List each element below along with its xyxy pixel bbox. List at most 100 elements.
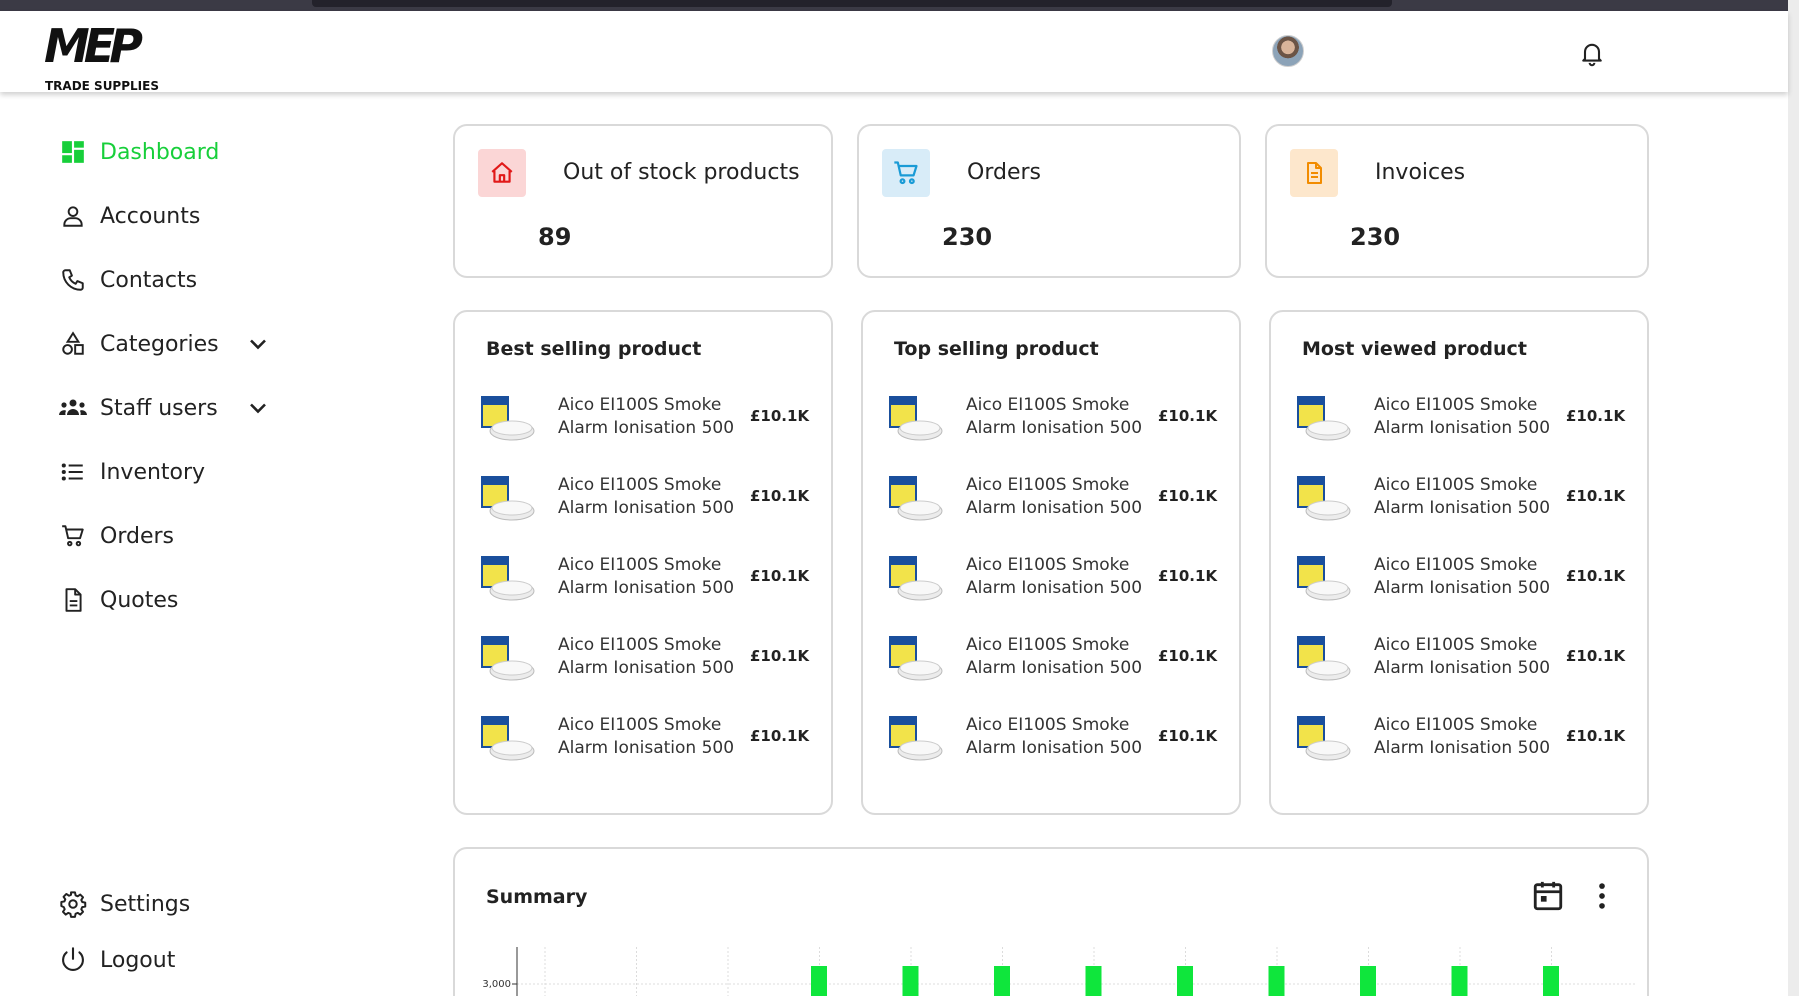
chevron-down-icon[interactable]: [244, 394, 272, 422]
chart-bar[interactable]: [1177, 966, 1193, 996]
product-price: £10.1K: [1566, 487, 1626, 505]
sidebar-item-label: Inventory: [100, 459, 206, 485]
chart-bar[interactable]: [994, 966, 1010, 996]
list-item[interactable]: Aico EI100S Smoke Alarm Ionisation 500 £1…: [1296, 468, 1631, 530]
product-price: £10.1K: [1566, 567, 1626, 585]
stat-value: 89: [538, 223, 572, 251]
product-price: £10.1K: [1158, 407, 1218, 425]
calendar-icon[interactable]: [1531, 879, 1565, 913]
document-icon: [58, 585, 88, 615]
product-thumbnail: [481, 556, 535, 601]
sidebar-item-quotes[interactable]: Quotes: [58, 582, 178, 618]
sidebar-item-accounts[interactable]: Accounts: [58, 198, 200, 234]
shapes-icon: [58, 329, 88, 359]
product-thumbnail: [481, 396, 535, 441]
more-vertical-icon[interactable]: [1585, 879, 1619, 913]
summary-card: Summary 3,000: [453, 847, 1649, 996]
list-item[interactable]: Aico EI100S Smoke Alarm Ionisation 500 £1…: [888, 388, 1223, 450]
sidebar-item-contacts[interactable]: Contacts: [58, 262, 197, 298]
product-price: £10.1K: [750, 567, 810, 585]
chart-bar[interactable]: [902, 966, 919, 996]
product-thumbnail: [889, 716, 943, 761]
list-item[interactable]: Aico EI100S Smoke Alarm Ionisation 500 £1…: [480, 388, 815, 450]
chevron-down-icon[interactable]: [244, 330, 272, 358]
stat-card-out-of-stock[interactable]: Out of stock products 89: [453, 124, 833, 278]
sidebar-item-label: Settings: [100, 891, 191, 917]
brand-logo[interactable]: MEP TRADE SUPPLIES: [44, 19, 159, 93]
window-titlebar: [0, 0, 1799, 11]
list-item[interactable]: Aico EI100S Smoke Alarm Ionisation 500 £1…: [480, 708, 815, 770]
scrollbar-track[interactable]: [1788, 0, 1799, 996]
product-price: £10.1K: [750, 487, 810, 505]
most-viewed-card: Most viewed product Aico EI100S Smoke Al…: [1269, 310, 1649, 815]
sidebar-item-staff-users[interactable]: Staff users: [58, 390, 278, 426]
product-name: Aico EI100S Smoke Alarm Ionisation 500: [558, 395, 735, 438]
phone-icon: [58, 265, 88, 295]
chart-bar[interactable]: [811, 966, 827, 996]
gear-icon: [58, 889, 88, 919]
product-thumbnail: [889, 636, 943, 681]
product-name: Aico EI100S Smoke Alarm Ionisation 500: [558, 635, 735, 678]
product-thumbnail: [481, 636, 535, 681]
invoice-icon: [1290, 149, 1338, 197]
product-name: Aico EI100S Smoke Alarm Ionisation 500: [966, 475, 1143, 518]
bell-icon[interactable]: [1578, 39, 1606, 67]
product-thumbnail: [889, 396, 943, 441]
tab-strip: [312, 0, 1392, 7]
list-item[interactable]: Aico EI100S Smoke Alarm Ionisation 500 £1…: [1296, 548, 1631, 610]
stat-title: Invoices: [1375, 160, 1466, 185]
product-price: £10.1K: [1158, 727, 1218, 745]
product-name: Aico EI100S Smoke Alarm Ionisation 500: [966, 555, 1143, 598]
stat-card-invoices[interactable]: Invoices 230: [1265, 124, 1649, 278]
product-thumbnail: [481, 476, 535, 521]
best-selling-card: Best selling product Aico EI100S Smoke A…: [453, 310, 833, 815]
cart-icon: [882, 149, 930, 197]
list-item[interactable]: Aico EI100S Smoke Alarm Ionisation 500 £1…: [888, 708, 1223, 770]
list-item[interactable]: Aico EI100S Smoke Alarm Ionisation 500 £1…: [480, 468, 815, 530]
sidebar-item-label: Logout: [100, 947, 176, 973]
list-item[interactable]: Aico EI100S Smoke Alarm Ionisation 500 £1…: [888, 468, 1223, 530]
chart-bar[interactable]: [1268, 966, 1285, 996]
sidebar-item-settings[interactable]: Settings: [58, 886, 190, 922]
power-icon: [58, 945, 88, 975]
product-price: £10.1K: [1566, 647, 1626, 665]
product-price: £10.1K: [750, 407, 810, 425]
chart-bar[interactable]: [1451, 966, 1468, 996]
stat-title: Out of stock products: [563, 160, 800, 185]
summary-bar-chart: 3,000: [482, 947, 1635, 996]
sidebar-item-categories[interactable]: Categories: [58, 326, 278, 362]
product-price: £10.1K: [1158, 567, 1218, 585]
avatar[interactable]: [1272, 35, 1304, 67]
list-item[interactable]: Aico EI100S Smoke Alarm Ionisation 500 £1…: [1296, 708, 1631, 770]
chart-bars: [811, 966, 1559, 996]
dashboard-icon: [58, 137, 88, 167]
card-title: Best selling product: [486, 338, 702, 360]
sidebar-item-dashboard[interactable]: Dashboard: [58, 134, 219, 170]
chart-bar[interactable]: [1360, 966, 1376, 996]
list-item[interactable]: Aico EI100S Smoke Alarm Ionisation 500 £1…: [1296, 628, 1631, 690]
list-item[interactable]: Aico EI100S Smoke Alarm Ionisation 500 £1…: [1296, 388, 1631, 450]
logo-tagline: TRADE SUPPLIES: [45, 79, 159, 93]
list-item[interactable]: Aico EI100S Smoke Alarm Ionisation 500 £1…: [888, 628, 1223, 690]
logo-mark: MEP: [44, 19, 143, 73]
chart-bar[interactable]: [1543, 966, 1559, 996]
home-icon: [478, 149, 526, 197]
top-selling-card: Top selling product Aico EI100S Smoke Al…: [861, 310, 1241, 815]
sidebar-item-logout[interactable]: Logout: [58, 942, 175, 978]
product-name: Aico EI100S Smoke Alarm Ionisation 500: [558, 475, 735, 518]
sidebar-item-inventory[interactable]: Inventory: [58, 454, 205, 490]
list-item[interactable]: Aico EI100S Smoke Alarm Ionisation 500 £1…: [888, 548, 1223, 610]
sidebar-item-orders[interactable]: Orders: [58, 518, 174, 554]
stat-card-orders[interactable]: Orders 230: [857, 124, 1241, 278]
sidebar: Dashboard Accounts Contacts Categories S…: [0, 92, 430, 996]
list-icon: [58, 457, 88, 487]
list-item[interactable]: Aico EI100S Smoke Alarm Ionisation 500 £1…: [480, 628, 815, 690]
sidebar-item-label: Dashboard: [100, 139, 220, 165]
sidebar-item-label: Orders: [100, 523, 174, 549]
list-item[interactable]: Aico EI100S Smoke Alarm Ionisation 500 £1…: [480, 548, 815, 610]
product-name: Aico EI100S Smoke Alarm Ionisation 500: [966, 635, 1143, 678]
chart-bar[interactable]: [1085, 966, 1102, 996]
product-thumbnail: [1297, 716, 1351, 761]
sidebar-item-label: Categories: [100, 331, 219, 357]
product-thumbnail: [1297, 396, 1351, 441]
